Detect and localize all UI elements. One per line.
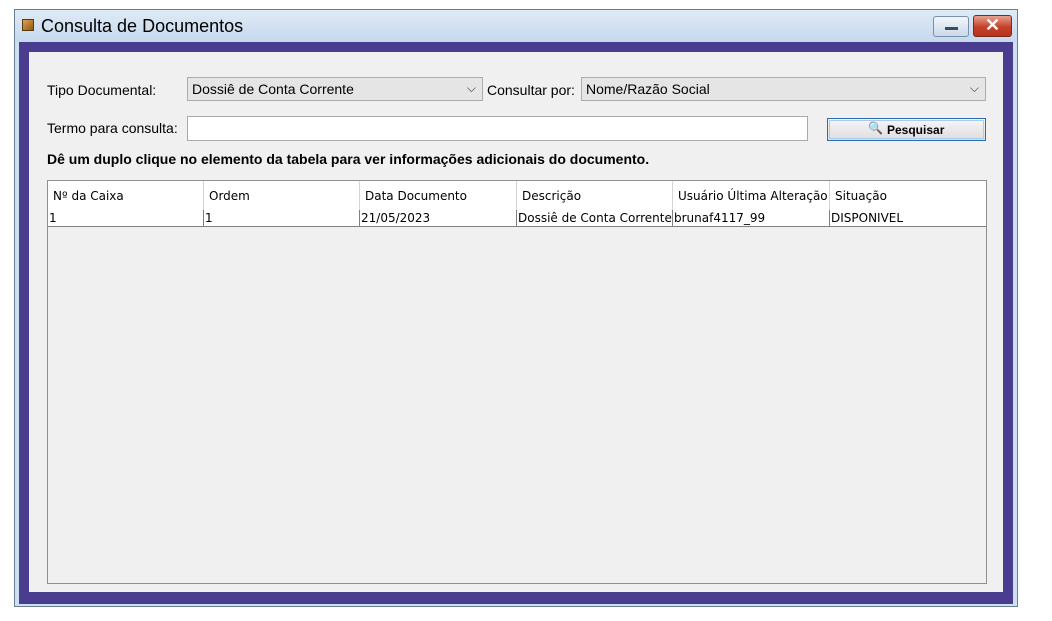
app-window: Consulta de Documentos ✕ Tipo Documental… [14,9,1018,607]
hint-text: Dê um duplo clique no elemento da tabela… [47,151,650,167]
consultar-por-label: Consultar por: [487,82,575,98]
tipo-documental-label: Tipo Documental: [47,82,157,98]
chevron-down-icon: ⌵ [466,81,476,95]
consultar-por-select[interactable]: Nome/Razão Social ⌵ [581,77,986,101]
table-cell: 21/05/2023 [360,210,517,226]
documents-table[interactable]: Nº da Caixa Ordem Data Documento Descriç… [47,180,987,584]
table-cell: 1 [204,210,360,226]
column-header[interactable]: Data Documento [360,181,517,210]
consultar-por-value: Nome/Razão Social [586,81,710,97]
table-cell: brunaf4117_99 [673,210,830,226]
table-cell: DISPONIVEL [831,211,904,225]
minimize-icon [945,27,958,30]
table-cell: Dossiê de Conta Corrente [518,210,673,226]
search-icon: 🔍 [868,121,883,135]
column-header[interactable]: Usuário Última Alteração [673,181,830,210]
search-button-label: Pesquisar [887,123,945,137]
search-button[interactable]: 🔍 Pesquisar [827,118,986,141]
column-header[interactable]: Descrição [517,181,673,210]
close-button[interactable]: ✕ [973,15,1012,37]
column-header[interactable]: Ordem [204,181,360,210]
close-icon: ✕ [984,15,1001,35]
content-panel: Tipo Documental: Dossiê de Conta Corrent… [29,52,1003,592]
table-header: Nº da Caixa Ordem Data Documento Descriç… [48,181,986,211]
column-header[interactable]: Situação [830,181,986,210]
search-input[interactable] [187,116,808,141]
termo-consulta-label: Termo para consulta: [47,120,178,136]
minimize-button[interactable] [933,16,969,37]
table-row[interactable]: 1 1 21/05/2023 Dossiê de Conta Corrente … [48,210,986,227]
column-header[interactable]: Nº da Caixa [48,181,204,210]
window-frame: Tipo Documental: Dossiê de Conta Corrent… [19,42,1013,604]
tipo-documental-select[interactable]: Dossiê de Conta Corrente ⌵ [187,77,483,101]
app-icon [22,19,34,31]
chevron-down-icon: ⌵ [969,81,979,95]
tipo-documental-value: Dossiê de Conta Corrente [192,81,354,97]
table-cell: 1 [48,210,204,226]
window-title: Consulta de Documentos [41,16,244,36]
title-bar[interactable]: Consulta de Documentos ✕ [15,10,1017,42]
